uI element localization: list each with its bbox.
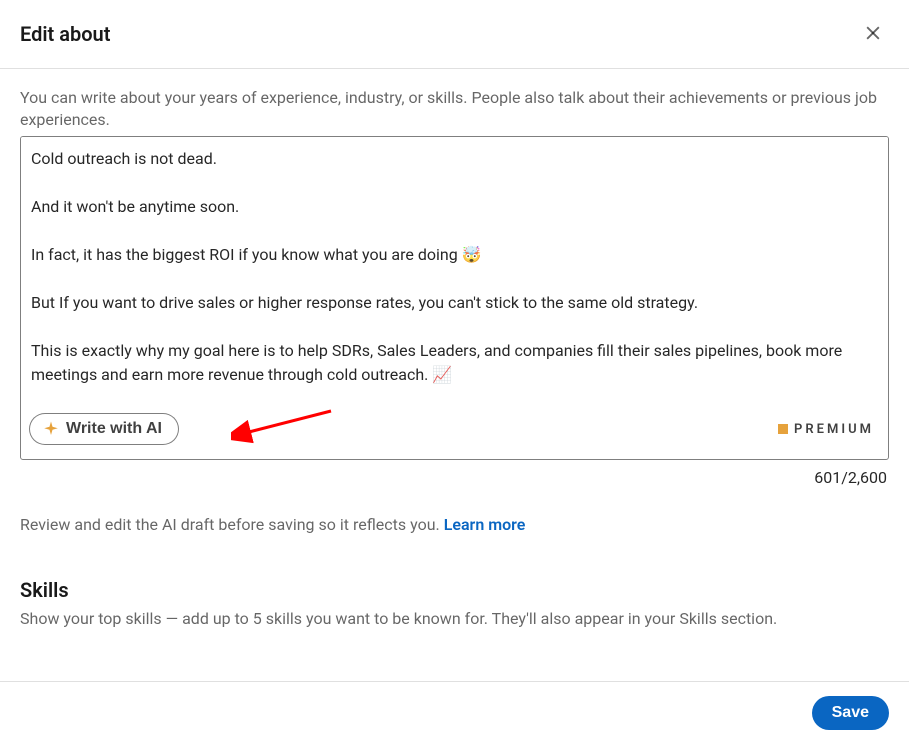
skills-heading: Skills bbox=[20, 578, 889, 602]
about-textarea-wrap bbox=[21, 137, 888, 399]
modal-body[interactable]: You can write about your years of experi… bbox=[0, 69, 909, 681]
premium-icon bbox=[778, 424, 788, 434]
about-editor-box: Write with AI PREMIUM bbox=[20, 136, 889, 460]
modal-footer: Save bbox=[0, 681, 909, 744]
review-text: Review and edit the AI draft before savi… bbox=[20, 515, 444, 534]
learn-more-link[interactable]: Learn more bbox=[444, 515, 526, 534]
skills-subtext: Show your top skills — add up to 5 skill… bbox=[20, 608, 889, 630]
premium-label: PREMIUM bbox=[794, 422, 874, 437]
write-with-ai-button[interactable]: Write with AI bbox=[29, 413, 179, 445]
ai-button-label: Write with AI bbox=[66, 420, 162, 438]
char-counter: 601/2,600 bbox=[20, 468, 889, 487]
modal-title: Edit about bbox=[20, 22, 110, 46]
close-icon bbox=[863, 23, 883, 46]
arrow-annotation bbox=[231, 405, 341, 445]
edit-about-modal: Edit about You can write about your year… bbox=[0, 0, 909, 744]
sparkle-icon bbox=[42, 420, 60, 438]
save-button[interactable]: Save bbox=[812, 696, 889, 730]
ai-toolbar: Write with AI PREMIUM bbox=[21, 399, 888, 459]
modal-header: Edit about bbox=[0, 0, 909, 69]
about-textarea[interactable] bbox=[21, 137, 888, 399]
about-hint: You can write about your years of experi… bbox=[20, 87, 889, 130]
review-line: Review and edit the AI draft before savi… bbox=[20, 515, 889, 534]
premium-badge: PREMIUM bbox=[778, 422, 874, 437]
close-button[interactable] bbox=[857, 18, 889, 50]
